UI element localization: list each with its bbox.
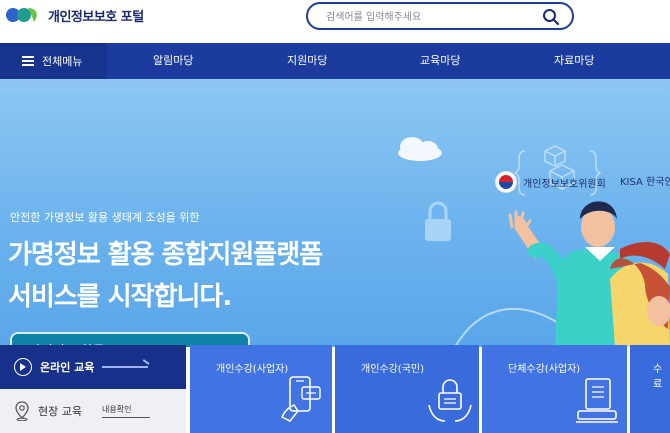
all-menu-label: 전체메뉴 — [42, 55, 83, 68]
logo-text: 개인정보보호 포털 — [48, 9, 144, 25]
course-card-label: 개인수강(사업자) — [216, 364, 289, 375]
banner-title-line2: 서비스를 시작합니다. — [8, 282, 232, 312]
course-card-label: 수료 — [653, 364, 663, 390]
search-box — [306, 2, 574, 30]
nav-item-education[interactable]: 교육마당 — [420, 43, 460, 79]
org-badge: 개인정보보호위원회 — [495, 171, 606, 193]
banner-subtitle: 안전한 가명정보 활용 생태계 조성을 위한 — [10, 211, 200, 224]
site-header: 개인정보보호 포털 — [0, 0, 670, 43]
banner-title-line1: 가명정보 활용 종합지원플랫폼 — [8, 240, 323, 270]
onsite-education-label: 현장 교육 — [38, 405, 82, 418]
course-card-individual-citizen[interactable]: 개인수강(국민) — [335, 345, 479, 433]
partner-name: KISA 한국인 — [620, 177, 670, 188]
hamburger-icon — [22, 56, 34, 66]
lock-hands-icon — [428, 379, 472, 422]
mobile-hand-icon — [280, 376, 321, 422]
all-menu-button[interactable]: 전체메뉴 — [0, 43, 107, 79]
nav-item-support[interactable]: 지원마당 — [287, 43, 327, 79]
onsite-education-tab[interactable]: 현장 교육 내용확인 — [0, 389, 186, 433]
course-card-individual-business[interactable]: 개인수강(사업자) — [190, 345, 332, 433]
government-emblem-icon — [495, 171, 517, 193]
online-education-tab[interactable]: 온라인 교육 — [0, 345, 186, 389]
course-card-group-business[interactable]: 단체수강(사업자) — [482, 345, 627, 433]
tag-underline — [102, 417, 150, 418]
logo-icon — [6, 8, 37, 22]
search-icon[interactable] — [542, 8, 560, 26]
search-input[interactable] — [326, 8, 526, 26]
book-laptop-icon — [576, 378, 618, 423]
nav-item-resources[interactable]: 자료마당 — [554, 43, 594, 79]
arrow-right-icon — [102, 366, 148, 368]
education-panel: 온라인 교육 현장 교육 내용확인 — [0, 345, 186, 433]
course-card-completion[interactable]: 수료 — [630, 345, 670, 433]
onsite-detail-link[interactable]: 내용확인 — [102, 404, 131, 415]
online-education-label: 온라인 교육 — [40, 361, 95, 374]
course-card-label: 단체수강(사업자) — [508, 364, 581, 375]
course-card-label: 개인수강(국민) — [361, 364, 425, 375]
main-nav: 전체메뉴 알림마당 지원마당 교육마당 자료마당 — [0, 43, 670, 79]
play-icon — [14, 358, 32, 376]
nav-item-notice[interactable]: 알림마당 — [153, 43, 193, 79]
location-pin-icon — [15, 401, 29, 421]
org-name: 개인정보보호위원회 — [523, 178, 606, 190]
hero-banner[interactable]: 개인정보보호위원회 KISA 한국인 안전한 가명정보 활용 생태계 조성을 위… — [0, 79, 670, 347]
site-logo[interactable]: 개인정보보호 포털 — [4, 4, 144, 26]
